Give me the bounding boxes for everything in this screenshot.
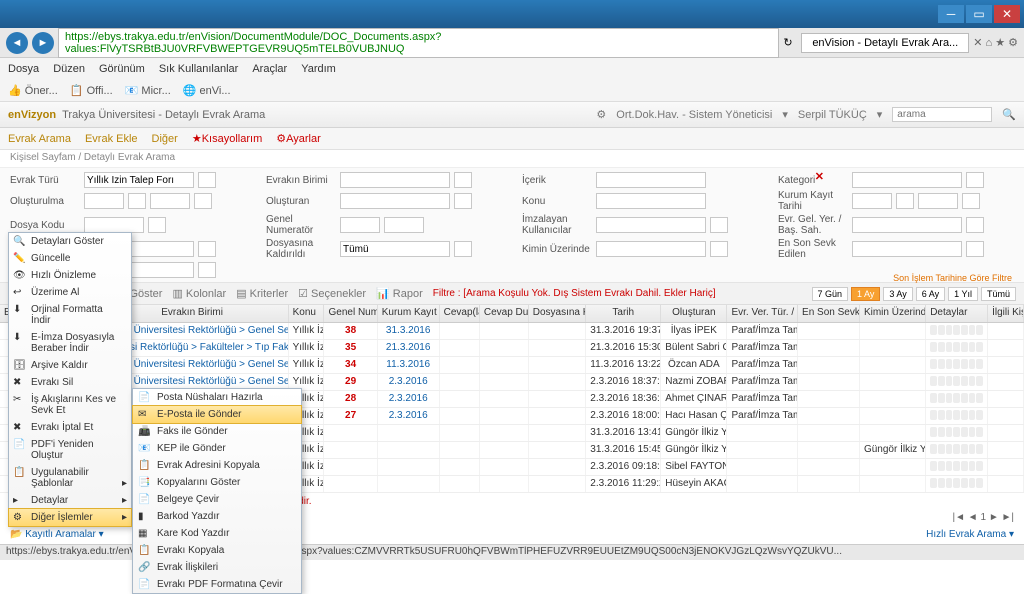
menu-diger[interactable]: Diğer: [152, 133, 178, 145]
maximize-button[interactable]: ▭: [966, 5, 992, 23]
app-menubar: Evrak Arama Evrak Ekle Diğer ★Kısayollar…: [0, 128, 1024, 150]
context-submenu[interactable]: 📄Posta Nüshaları Hazırla✉E-Posta ile Gön…: [132, 388, 302, 594]
submenu-item[interactable]: 📄Evrakı PDF Formatına Çevir: [133, 576, 301, 593]
col-header[interactable]: Cevap(lar): [440, 305, 480, 322]
table-row[interactable]: Trakya Üniversitesi Rektörlüğü > Genel S…: [0, 357, 1024, 374]
icerik-input[interactable]: [596, 172, 706, 188]
saved-searches-link[interactable]: 📂 Kayıtlı Aramalar ▾: [10, 529, 104, 540]
url-input[interactable]: https://ebys.trakya.edu.tr/enVision/Docu…: [58, 28, 779, 58]
role-label: Ort.Dok.Hav. - Sistem Yöneticisi: [616, 109, 772, 121]
context-menu[interactable]: 🔍Detayları Göster✏️Güncelle👁Hızlı Önizle…: [8, 232, 132, 527]
col-header[interactable]: Detaylar: [926, 305, 988, 322]
grid-header: Evrak TanımıEvrakın BirimiKonuGenel Nume…: [0, 305, 1024, 323]
table-row[interactable]: versitesi Rektörlüğü > Fakülteler > Tıp …: [0, 340, 1024, 357]
browser-address-bar: ◄ ► https://ebys.trakya.edu.tr/enVision/…: [0, 28, 1024, 58]
submenu-item[interactable]: ▮Barkod Yazdır: [133, 508, 301, 525]
ctx-item[interactable]: ✏️Güncelle: [9, 250, 131, 267]
submenu-item[interactable]: 📄Belgeye Çevir: [133, 491, 301, 508]
range-5[interactable]: Tümü: [981, 287, 1016, 301]
menu-edit[interactable]: Düzen: [53, 63, 85, 75]
submenu-item[interactable]: ✉E-Posta ile Gönder: [132, 405, 302, 424]
menu-tools[interactable]: Araçlar: [252, 63, 287, 75]
ctx-item[interactable]: 📄PDF'i Yeniden Oluştur: [9, 436, 131, 464]
ctx-item[interactable]: 🗄Arşive Kaldır: [9, 357, 131, 374]
user-label: Serpil TÜKÜÇ: [798, 109, 867, 121]
submenu-item[interactable]: 📠Faks ile Gönder: [133, 423, 301, 440]
menu-help[interactable]: Yardım: [301, 63, 336, 75]
evrak-turu-input[interactable]: [84, 172, 194, 188]
app-crumb: Trakya Üniversitesi - Detaylı Evrak Aram…: [62, 109, 265, 121]
window-titlebar: ─ ▭ ✕: [0, 0, 1024, 28]
range-3[interactable]: 6 Ay: [916, 287, 945, 301]
col-header[interactable]: Tarih: [586, 305, 661, 322]
submenu-item[interactable]: ▦Kare Kod Yazdır: [133, 525, 301, 542]
minimize-button[interactable]: ─: [938, 5, 964, 23]
col-header[interactable]: Cevap Durumu: [480, 305, 529, 322]
ctx-item[interactable]: ⚙Diğer İşlemler▸: [8, 508, 132, 527]
menu-evrak-arama[interactable]: Evrak Arama: [8, 133, 71, 145]
quick-search-link[interactable]: Hızlı Evrak Arama ▾: [926, 529, 1014, 540]
kriterler-button[interactable]: ▤Kriterler: [236, 287, 288, 300]
breadcrumb: Kişisel Sayfam / Detaylı Evrak Arama: [0, 150, 1024, 168]
menu-view[interactable]: Görünüm: [99, 63, 145, 75]
ctx-item[interactable]: ✖Evrakı Sil: [9, 374, 131, 391]
evrak-birimi-input[interactable]: [340, 172, 450, 188]
action-bar: 🔍Sorgula ▦Tümünü Göster ▥Kolonlar ▤Krite…: [0, 283, 1024, 305]
ctx-item[interactable]: ✂İş Akışlarını Kes ve Sevk Et: [9, 391, 131, 419]
range-filter-label: Son İşlem Tarihine Göre Filtre: [893, 273, 1012, 283]
browser-menubar: Dosya Düzen Görünüm Sık Kullanılanlar Ar…: [0, 58, 1024, 80]
submenu-item[interactable]: 📋Evrakı Kopyala: [133, 542, 301, 559]
kolonlar-button[interactable]: ▥Kolonlar: [172, 287, 226, 300]
col-header[interactable]: Oluşturan: [661, 305, 727, 322]
filter-text: Filtre : [Arama Koşulu Yok. Dış Sistem E…: [433, 288, 716, 299]
ctx-item[interactable]: ▸Detaylar▸: [9, 492, 131, 509]
close-filter-icon[interactable]: ✕: [815, 170, 824, 183]
app-header: enVizyon Trakya Üniversitesi - Detaylı E…: [0, 102, 1024, 128]
range-4[interactable]: 1 Yıl: [948, 287, 978, 301]
submenu-item[interactable]: 📧KEP ile Gönder: [133, 440, 301, 457]
ctx-item[interactable]: 🔍Detayları Göster: [9, 233, 131, 250]
col-header[interactable]: En Son Sevk Edilen: [798, 305, 860, 322]
submenu-item[interactable]: 🔗Evrak İlişkileri: [133, 559, 301, 576]
table-row[interactable]: Trakya Üniversitesi Rektörlüğü > Genel S…: [0, 323, 1024, 340]
close-button[interactable]: ✕: [994, 5, 1020, 23]
col-header[interactable]: Genel Numeratör ▼: [324, 305, 377, 322]
ctx-item[interactable]: 📋Uygulanabilir Şablonlar▸: [9, 464, 131, 492]
col-header[interactable]: Evr. Ver. Tür. / Mev. Dur.: [727, 305, 798, 322]
secenekler-button[interactable]: ☑Seçenekler: [298, 287, 366, 300]
kategori-input[interactable]: [852, 172, 962, 188]
col-header[interactable]: Dosyasına Kaldırıldı: [529, 305, 587, 322]
back-button[interactable]: ◄: [6, 32, 28, 54]
col-header[interactable]: Kurum Kayıt Tarihi: [378, 305, 440, 322]
ctx-item[interactable]: ⬇E-İmza Dosyasıyla Beraber İndir: [9, 329, 131, 357]
menu-evrak-ekle[interactable]: Evrak Ekle: [85, 133, 138, 145]
filter-panel: ✕ Evrak Türü Evrakın Birimi İçerik Kateg…: [0, 168, 1024, 283]
ctx-item[interactable]: ✖Evrakı İptal Et: [9, 419, 131, 436]
app-brand: enVizyon: [8, 109, 56, 121]
col-header[interactable]: Konu: [289, 305, 325, 322]
global-search-input[interactable]: [892, 107, 992, 122]
refresh-icon[interactable]: ↻: [783, 36, 797, 49]
ctx-item[interactable]: ↩Üzerime Al: [9, 284, 131, 301]
ctx-item[interactable]: ⬇Orjinal Formatta İndir: [9, 301, 131, 329]
submenu-item[interactable]: 📄Posta Nüshaları Hazırla: [133, 389, 301, 406]
range-1[interactable]: 1 Ay: [851, 287, 880, 301]
forward-button[interactable]: ►: [32, 32, 54, 54]
col-header[interactable]: İlgili Kişi: [988, 305, 1024, 322]
ctx-item[interactable]: 👁Hızlı Önizleme: [9, 267, 131, 284]
search-icon[interactable]: 🔍: [1002, 108, 1016, 121]
browser-tab[interactable]: enVision - Detaylı Evrak Ara...: [801, 33, 969, 53]
submenu-item[interactable]: 📋Evrak Adresini Kopyala: [133, 457, 301, 474]
range-2[interactable]: 3 Ay: [883, 287, 912, 301]
browser-bookmarks: 👍 Öner... 📋 Offi... 📧 Micr... 🌐 enVi...: [0, 80, 1024, 102]
rapor-button[interactable]: 📊Rapor: [376, 287, 423, 300]
submenu-item[interactable]: 📑Kopyalarını Göster: [133, 474, 301, 491]
col-header[interactable]: Kimin Üzerinde: [860, 305, 926, 322]
menu-file[interactable]: Dosya: [8, 63, 39, 75]
menu-favorites[interactable]: Sık Kullanılanlar: [159, 63, 239, 75]
range-0[interactable]: 7 Gün: [812, 287, 849, 301]
